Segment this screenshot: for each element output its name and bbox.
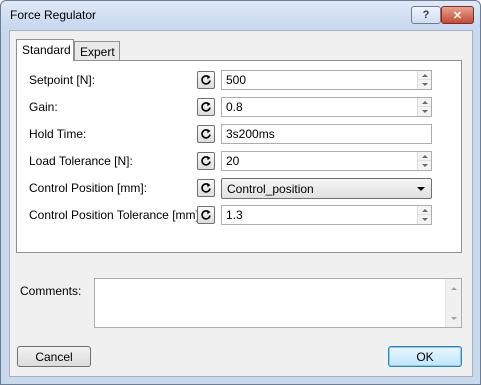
tab-standard-label: Standard xyxy=(22,43,71,57)
spin-up-button[interactable] xyxy=(418,98,431,107)
gain-spinner xyxy=(417,98,431,116)
gain-label: Gain: xyxy=(29,100,58,114)
control-position-tolerance-label: Control Position Tolerance [mm]: xyxy=(29,208,203,222)
arrow-up-icon xyxy=(421,73,428,77)
gain-refresh-button[interactable] xyxy=(197,98,215,116)
refresh-icon xyxy=(201,129,211,139)
arrow-up-icon xyxy=(450,286,457,290)
hold-time-refresh-button[interactable] xyxy=(197,125,215,143)
refresh-icon xyxy=(201,102,211,112)
spin-up-button[interactable] xyxy=(418,71,431,80)
tab-expert-label: Expert xyxy=(80,45,115,59)
arrow-down-icon xyxy=(421,110,428,113)
arrow-down-icon xyxy=(450,316,457,320)
title-bar[interactable]: Force Regulator ? ✕ xyxy=(1,1,480,29)
spin-up-button[interactable] xyxy=(418,206,431,215)
load-tolerance-refresh-button[interactable] xyxy=(197,152,215,170)
refresh-icon xyxy=(201,210,211,220)
setpoint-value: 500 xyxy=(226,73,247,87)
refresh-icon xyxy=(201,75,211,85)
arrow-up-icon xyxy=(421,100,428,104)
chevron-down-icon xyxy=(417,187,425,191)
setpoint-input[interactable]: 500 xyxy=(221,70,432,90)
control-position-tolerance-input[interactable]: 1.3 xyxy=(221,205,432,225)
tab-standard[interactable]: Standard xyxy=(16,39,74,61)
help-button[interactable]: ? xyxy=(411,6,441,24)
comments-scrollbar[interactable] xyxy=(445,279,461,327)
spin-down-button[interactable] xyxy=(418,107,431,116)
load-tolerance-label: Load Tolerance [N]: xyxy=(29,154,133,168)
cancel-button[interactable]: Cancel xyxy=(17,346,91,367)
control-position-tolerance-value: 1.3 xyxy=(226,208,243,222)
ok-button[interactable]: OK xyxy=(388,346,462,367)
gain-value: 0.8 xyxy=(226,100,243,114)
control-position-refresh-button[interactable] xyxy=(197,179,215,197)
control-position-tolerance-spinner xyxy=(417,206,431,224)
arrow-up-icon xyxy=(421,208,428,212)
hold-time-label: Hold Time: xyxy=(29,127,87,141)
help-icon: ? xyxy=(422,9,430,21)
ok-button-label: OK xyxy=(416,349,434,364)
control-position-select[interactable]: Control_position xyxy=(221,178,432,199)
close-button[interactable]: ✕ xyxy=(441,6,474,24)
window-title: Force Regulator xyxy=(10,8,97,22)
refresh-icon xyxy=(201,156,211,166)
hold-time-input[interactable]: 3s200ms xyxy=(221,124,432,144)
scroll-up-button[interactable] xyxy=(446,281,461,295)
setpoint-label: Setpoint [N]: xyxy=(29,73,96,87)
arrow-down-icon xyxy=(421,218,428,221)
arrow-down-icon xyxy=(421,164,428,167)
setpoint-refresh-button[interactable] xyxy=(197,71,215,89)
spin-down-button[interactable] xyxy=(418,161,431,170)
arrow-up-icon xyxy=(421,154,428,158)
control-position-tolerance-refresh-button[interactable] xyxy=(197,206,215,224)
standard-panel: Setpoint [N]: 500 Gain: 0.8 Hold Time: 3… xyxy=(16,60,462,253)
spin-down-button[interactable] xyxy=(418,80,431,89)
load-tolerance-value: 20 xyxy=(226,154,240,168)
comments-textarea[interactable] xyxy=(94,278,462,328)
dialog-window: Force Regulator ? ✕ Standard Expert Setp… xyxy=(0,0,481,385)
arrow-down-icon xyxy=(421,83,428,86)
control-position-value: Control_position xyxy=(227,182,314,196)
refresh-icon xyxy=(201,183,211,193)
control-position-label: Control Position [mm]: xyxy=(29,181,148,195)
close-icon: ✕ xyxy=(452,9,463,22)
setpoint-spinner xyxy=(417,71,431,89)
comments-label: Comments: xyxy=(20,284,82,298)
dialog-body: Standard Expert Setpoint [N]: 500 Gain: xyxy=(9,30,473,377)
load-tolerance-spinner xyxy=(417,152,431,170)
tab-expert[interactable]: Expert xyxy=(74,41,120,61)
spin-down-button[interactable] xyxy=(418,215,431,224)
cancel-button-label: Cancel xyxy=(35,349,73,364)
spin-up-button[interactable] xyxy=(418,152,431,161)
load-tolerance-input[interactable]: 20 xyxy=(221,151,432,171)
hold-time-value: 3s200ms xyxy=(226,127,275,141)
gain-input[interactable]: 0.8 xyxy=(221,97,432,117)
scroll-down-button[interactable] xyxy=(446,311,461,325)
